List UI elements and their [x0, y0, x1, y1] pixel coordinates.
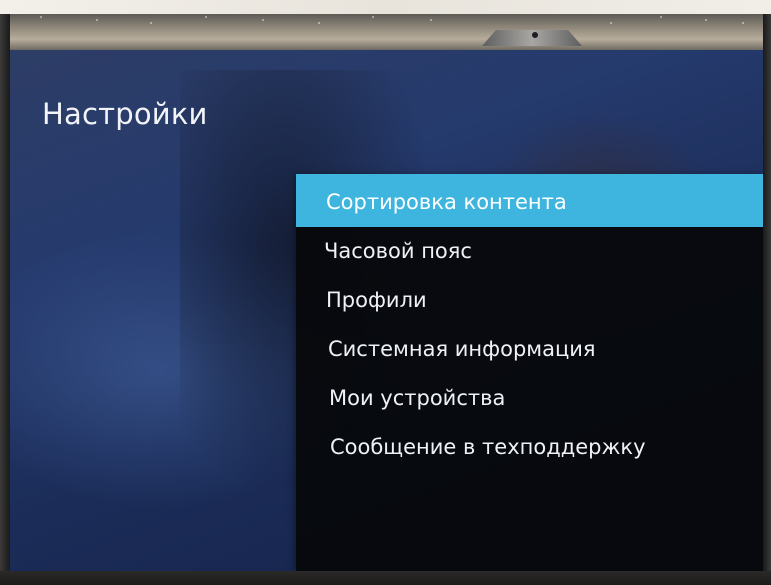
menu-item-profiles[interactable]: Профили	[296, 276, 763, 325]
tv-indicator-light	[532, 32, 538, 38]
bezel-speck	[205, 16, 207, 18]
bezel-speck	[610, 22, 612, 24]
tv-bezel-right	[763, 14, 771, 585]
tv-bezel-left	[0, 14, 10, 585]
bezel-speck	[430, 19, 432, 21]
bezel-speck	[742, 22, 744, 24]
menu-item-content-sorting[interactable]: Сортировка контента	[296, 174, 763, 227]
settings-menu-list: Сортировка контента Часовой пояс Профили…	[296, 174, 763, 472]
photo-of-tv: Настройки Сортировка контента Часовой по…	[0, 0, 771, 585]
wall-background	[0, 0, 771, 14]
bezel-speck	[372, 16, 374, 18]
bezel-speck	[262, 19, 264, 21]
bezel-speck	[40, 16, 42, 18]
tv-bezel-bottom	[0, 571, 771, 585]
menu-item-my-devices[interactable]: Мои устройства	[296, 374, 763, 423]
settings-menu: Сортировка контента Часовой пояс Профили…	[296, 174, 763, 571]
menu-item-system-info[interactable]: Системная информация	[296, 325, 763, 374]
bezel-speck	[96, 19, 98, 21]
tv-screen: Настройки Сортировка контента Часовой по…	[10, 50, 763, 571]
bezel-speck	[705, 19, 707, 21]
bezel-speck	[660, 16, 662, 18]
settings-title: Настройки	[42, 97, 208, 131]
bezel-speck	[318, 22, 320, 24]
menu-item-time-zone[interactable]: Часовой пояс	[296, 227, 763, 276]
bezel-speck	[150, 22, 152, 24]
menu-item-support-message[interactable]: Сообщение в техподдержку	[296, 423, 763, 472]
tv-bezel-top	[0, 14, 771, 50]
